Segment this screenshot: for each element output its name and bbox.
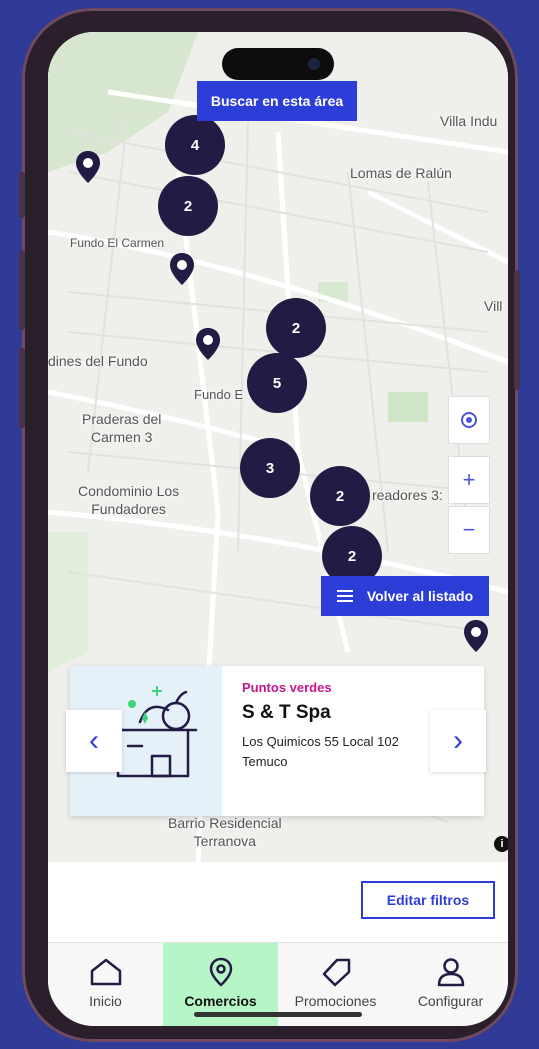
store-name: S & T Spa xyxy=(242,702,331,723)
map-pin-icon[interactable] xyxy=(194,327,222,361)
map-cluster[interactable]: 4 xyxy=(165,115,225,175)
dynamic-island xyxy=(222,48,334,80)
edit-filters-button[interactable]: Editar filtros xyxy=(361,881,495,919)
map-label: Villa Indu xyxy=(440,113,498,129)
map-label: Fundo E xyxy=(194,387,244,402)
camera-icon xyxy=(308,58,320,70)
target-icon xyxy=(461,412,477,428)
map-label: readores 3: xyxy=(372,487,443,503)
phone-side-button xyxy=(19,348,25,428)
store-address: Los Quimicos 55 Local 102 Temuco xyxy=(242,732,399,772)
home-icon xyxy=(90,958,121,986)
tab-inicio[interactable]: Inicio xyxy=(48,943,163,1026)
store-city: Temuco xyxy=(242,754,288,769)
tab-configurar[interactable]: Configurar xyxy=(393,943,508,1026)
menu-icon xyxy=(336,590,353,602)
map-info-icon[interactable]: i xyxy=(494,836,508,852)
map-cluster[interactable]: 3 xyxy=(240,438,300,498)
map-cluster[interactable]: 5 xyxy=(247,353,307,413)
tab-label: Configurar xyxy=(417,993,484,1009)
chevron-left-icon: ‹ xyxy=(89,724,99,757)
home-indicator xyxy=(194,1012,362,1017)
map-label: dines del Fundo xyxy=(48,353,148,369)
store-address-line: Los Quimicos 55 Local 102 xyxy=(242,734,399,749)
search-area-button[interactable]: Buscar en esta área xyxy=(197,81,357,121)
phone-side-button xyxy=(19,250,25,330)
phone-side-button xyxy=(19,172,25,218)
store-card[interactable]: Puntos verdes S & T Spa Los Quimicos 55 … xyxy=(70,666,484,816)
next-store-button[interactable]: › xyxy=(430,710,486,772)
map-cluster[interactable]: 2 xyxy=(310,466,370,526)
store-category: Puntos verdes xyxy=(242,680,332,695)
tab-label: Comercios xyxy=(184,993,257,1009)
locate-me-button[interactable] xyxy=(448,396,490,444)
zoom-out-button[interactable]: − xyxy=(448,506,490,554)
map-pin-icon[interactable] xyxy=(462,619,490,653)
map-label: Praderas del Carmen 3 xyxy=(82,411,162,445)
location-pin-icon xyxy=(209,957,232,987)
map-cluster[interactable]: 2 xyxy=(266,298,326,358)
map-pin-icon[interactable] xyxy=(74,150,102,184)
zoom-in-button[interactable]: + xyxy=(448,456,490,504)
tab-label: Inicio xyxy=(89,993,122,1009)
map-label: Vill xyxy=(484,298,503,314)
back-to-list-label: Volver al listado xyxy=(366,588,474,604)
phone-side-button xyxy=(514,270,520,390)
map-label: Condominio Los Fundadores xyxy=(78,483,180,517)
tab-label: Promociones xyxy=(294,993,377,1009)
previous-store-button[interactable]: ‹ xyxy=(66,710,122,772)
map-pin-icon[interactable] xyxy=(168,252,196,286)
map-label: Fundo El Carmen xyxy=(70,236,165,250)
user-icon xyxy=(437,958,464,987)
map-cluster[interactable]: 2 xyxy=(158,176,218,236)
back-to-list-button[interactable]: Volver al listado xyxy=(321,576,489,616)
map-label: Lomas de Ralún xyxy=(350,165,452,181)
app-screen: Villa Indu Lomas de Ralún Fundo El Carme… xyxy=(48,32,508,1026)
map-label: Barrio Residencial Terranova xyxy=(168,815,282,849)
tag-icon xyxy=(322,958,350,987)
map-view[interactable]: Villa Indu Lomas de Ralún Fundo El Carme… xyxy=(48,32,508,862)
chevron-right-icon: › xyxy=(453,724,463,757)
